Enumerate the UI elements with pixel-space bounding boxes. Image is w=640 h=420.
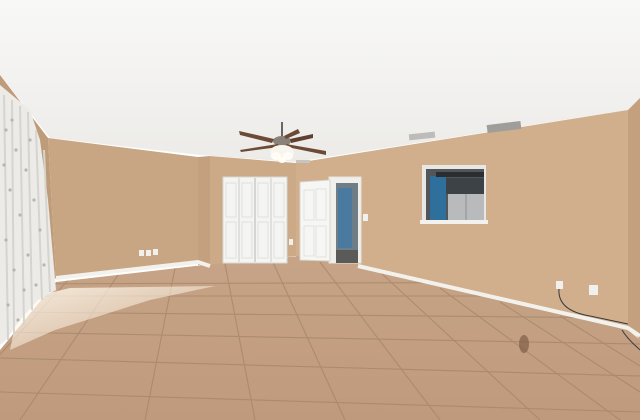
light-switch xyxy=(363,214,368,221)
room-photo xyxy=(0,0,640,420)
closet-side-wall xyxy=(198,156,210,266)
closet-doors xyxy=(222,176,288,264)
wall-outlet xyxy=(146,250,151,256)
open-door xyxy=(299,179,331,262)
wall-outlet xyxy=(289,239,293,245)
open-doorway xyxy=(328,176,362,264)
left-wall xyxy=(48,138,198,278)
ceiling-vent-3 xyxy=(296,160,310,163)
wall-outlet xyxy=(139,250,144,256)
right-corner-wall xyxy=(628,98,640,340)
wall-outlet xyxy=(589,285,598,295)
floor-stain xyxy=(519,335,529,353)
wall-outlet xyxy=(556,281,563,289)
pass-through-window xyxy=(420,165,488,224)
wall-outlet xyxy=(153,249,158,255)
